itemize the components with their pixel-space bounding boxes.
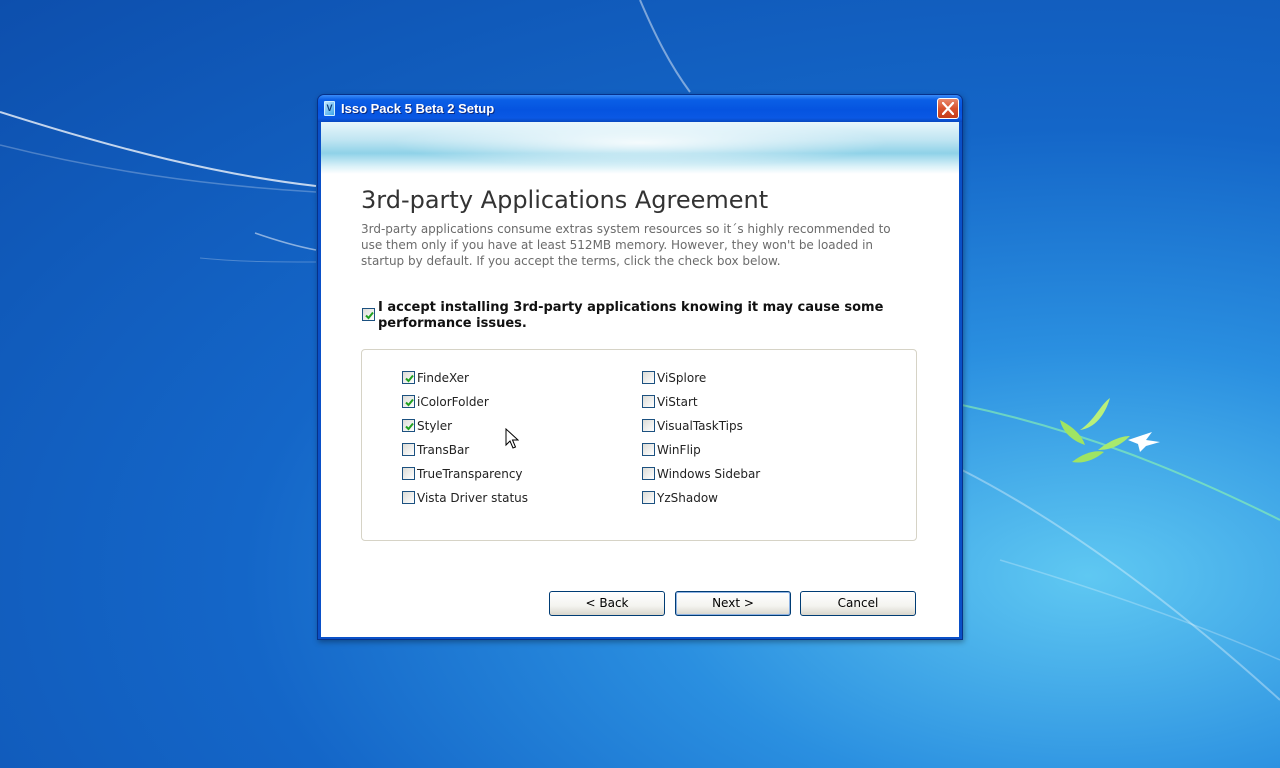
app-checkbox[interactable] (402, 443, 415, 456)
setup-window: V Isso Pack 5 Beta 2 Setup 3rd-party App… (317, 94, 963, 640)
app-label: Windows Sidebar (657, 467, 761, 481)
app-checkbox[interactable] (642, 491, 655, 504)
accept-checkbox[interactable] (362, 308, 375, 321)
apps-group: FindeXer iColorFolder Styler TransBar Tr… (361, 349, 917, 541)
app-checkbox[interactable] (642, 419, 655, 432)
app-label: iColorFolder (417, 395, 489, 409)
cancel-button[interactable]: Cancel (800, 591, 916, 616)
app-checkbox[interactable] (402, 371, 415, 384)
app-checkbox[interactable] (642, 371, 655, 384)
accept-label: I accept installing 3rd-party applicatio… (378, 300, 884, 331)
app-checkbox[interactable] (642, 443, 655, 456)
close-icon (942, 102, 954, 115)
app-label: FindeXer (417, 371, 469, 385)
close-button[interactable] (937, 98, 959, 119)
app-checkbox[interactable] (402, 467, 415, 480)
app-checkbox[interactable] (402, 419, 415, 432)
app-label: WinFlip (657, 443, 701, 457)
app-checkbox[interactable] (642, 395, 655, 408)
app-checkbox[interactable] (642, 467, 655, 480)
window-title: Isso Pack 5 Beta 2 Setup (341, 101, 495, 116)
mouse-cursor-icon (505, 428, 519, 449)
checkmark-icon (405, 422, 414, 431)
app-label: Vista Driver status (417, 491, 529, 505)
app-checkbox[interactable] (402, 491, 415, 504)
app-label: TrueTransparency (417, 467, 523, 481)
setup-icon: V (324, 101, 335, 116)
back-button[interactable]: < Back (549, 591, 665, 616)
checkmark-icon (405, 374, 414, 383)
header-banner (321, 122, 959, 174)
next-button[interactable]: Next > (675, 591, 791, 616)
page-description: 3rd-party applications consume extras sy… (361, 222, 891, 268)
app-label: VisualTaskTips (657, 419, 743, 433)
title-bar[interactable]: V Isso Pack 5 Beta 2 Setup (318, 95, 962, 122)
app-label: TransBar (417, 443, 470, 457)
page-title: 3rd-party Applications Agreement (361, 186, 769, 214)
checkmark-icon (405, 398, 414, 407)
app-label: YzShadow (657, 491, 718, 505)
app-label: ViSplore (657, 371, 707, 385)
app-label: Styler (417, 419, 453, 433)
app-checkbox[interactable] (402, 395, 415, 408)
checkmark-icon (365, 311, 374, 320)
app-label: ViStart (657, 395, 698, 409)
wizard-content: 3rd-party Applications Agreement 3rd-par… (321, 122, 959, 637)
